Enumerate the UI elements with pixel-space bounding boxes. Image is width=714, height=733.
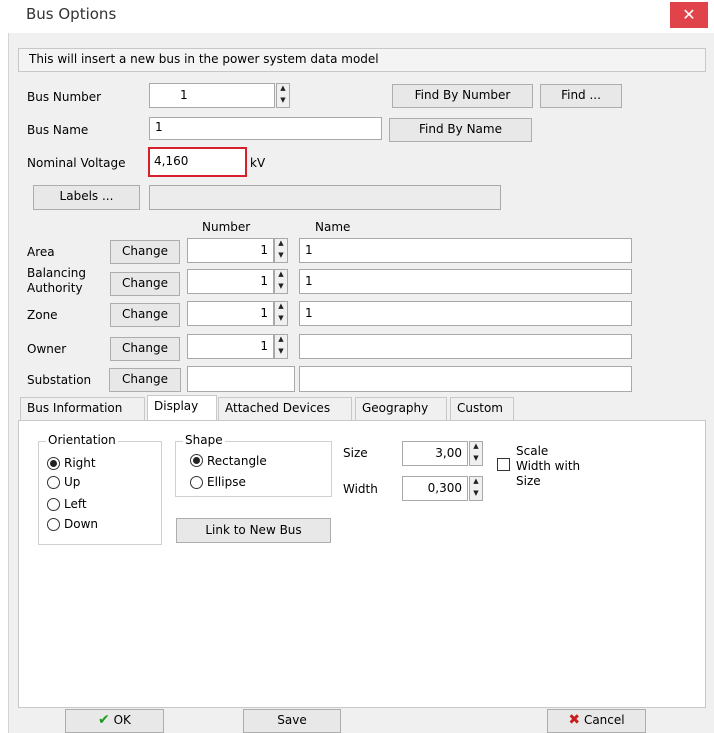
owner-change-button[interactable]: Change bbox=[110, 337, 180, 361]
check-icon: ✔ bbox=[98, 712, 110, 728]
number-column-header: Number bbox=[202, 220, 251, 234]
zone-number-input[interactable]: 1 bbox=[187, 301, 274, 326]
labels-button[interactable]: Labels ... bbox=[33, 185, 140, 210]
spin-down-icon[interactable]: ▼ bbox=[277, 96, 289, 108]
balancing-authority-change-button[interactable]: Change bbox=[110, 272, 180, 296]
substation-name-input[interactable] bbox=[299, 366, 632, 392]
substation-label: Substation bbox=[27, 373, 92, 387]
orientation-group-title: Orientation bbox=[46, 433, 118, 447]
shape-rectangle-label: Rectangle bbox=[207, 454, 267, 468]
spin-up-icon[interactable]: ▲ bbox=[470, 442, 482, 454]
balancing-authority-number-spinner[interactable]: ▲ ▼ bbox=[274, 269, 288, 294]
find-by-name-button[interactable]: Find By Name bbox=[389, 118, 532, 142]
orientation-up-radio[interactable] bbox=[47, 476, 60, 489]
area-name-input[interactable]: 1 bbox=[299, 238, 632, 263]
tab-geography[interactable]: Geography bbox=[355, 397, 447, 421]
spin-up-icon[interactable]: ▲ bbox=[275, 239, 287, 251]
shape-ellipse-radio[interactable] bbox=[190, 476, 203, 489]
area-change-button[interactable]: Change bbox=[110, 240, 180, 264]
ok-label: OK bbox=[113, 713, 131, 727]
spin-down-icon[interactable]: ▼ bbox=[275, 347, 287, 359]
size-label: Size bbox=[343, 446, 368, 460]
width-input[interactable]: 0,300 bbox=[402, 476, 468, 501]
scale-width-checkbox[interactable] bbox=[497, 458, 510, 471]
nominal-voltage-input[interactable]: 4,160 bbox=[148, 147, 247, 177]
name-column-header: Name bbox=[315, 220, 351, 234]
cancel-x-icon: ✖ bbox=[568, 712, 581, 728]
orientation-down-label: Down bbox=[64, 517, 99, 531]
substation-change-button[interactable]: Change bbox=[109, 368, 181, 392]
bus-name-label: Bus Name bbox=[27, 123, 89, 137]
cancel-button[interactable]: ✖ Cancel bbox=[547, 709, 646, 733]
find-button[interactable]: Find ... bbox=[540, 84, 622, 108]
spin-up-icon[interactable]: ▲ bbox=[275, 335, 287, 347]
owner-number-input[interactable]: 1 bbox=[187, 334, 274, 359]
window-title: Bus Options bbox=[26, 5, 117, 23]
orientation-left-radio[interactable] bbox=[47, 498, 60, 511]
bus-number-input[interactable]: 1 bbox=[149, 83, 275, 108]
save-button[interactable]: Save bbox=[243, 709, 341, 733]
spin-up-icon[interactable]: ▲ bbox=[470, 477, 482, 489]
spin-down-icon[interactable]: ▼ bbox=[470, 454, 482, 466]
area-number-input[interactable]: 1 bbox=[187, 238, 274, 263]
spin-down-icon[interactable]: ▼ bbox=[470, 489, 482, 501]
labels-field[interactable] bbox=[149, 185, 501, 210]
balancing-authority-name-input[interactable]: 1 bbox=[299, 269, 632, 294]
size-input[interactable]: 3,00 bbox=[402, 441, 468, 466]
shape-group-title: Shape bbox=[183, 433, 225, 447]
kv-unit-label: kV bbox=[250, 156, 266, 170]
scale-width-label: Scale Width with Size bbox=[516, 444, 581, 488]
shape-rectangle-radio[interactable] bbox=[190, 454, 203, 467]
orientation-down-radio[interactable] bbox=[47, 518, 60, 531]
orientation-right-radio[interactable] bbox=[47, 457, 60, 470]
cancel-label: Cancel bbox=[583, 713, 625, 727]
close-icon[interactable]: ✕ bbox=[670, 2, 708, 28]
owner-label: Owner bbox=[27, 342, 67, 356]
zone-change-button[interactable]: Change bbox=[110, 303, 180, 327]
link-to-new-bus-button[interactable]: Link to New Bus bbox=[176, 518, 331, 543]
size-spinner[interactable]: ▲ ▼ bbox=[469, 441, 483, 466]
balancing-authority-number-input[interactable]: 1 bbox=[187, 269, 274, 294]
spin-down-icon[interactable]: ▼ bbox=[275, 314, 287, 326]
spin-down-icon[interactable]: ▼ bbox=[275, 282, 287, 294]
tab-attached-devices[interactable]: Attached Devices bbox=[218, 397, 352, 421]
width-spinner[interactable]: ▲ ▼ bbox=[469, 476, 483, 501]
balancing-authority-label: Balancing Authority bbox=[27, 266, 87, 295]
zone-name-input[interactable]: 1 bbox=[299, 301, 632, 326]
orientation-left-label: Left bbox=[64, 497, 87, 511]
orientation-right-label: Right bbox=[64, 456, 96, 470]
bus-number-spinner[interactable]: ▲ ▼ bbox=[276, 83, 290, 108]
spin-down-icon[interactable]: ▼ bbox=[275, 251, 287, 263]
owner-number-spinner[interactable]: ▲ ▼ bbox=[274, 334, 288, 359]
find-by-number-button[interactable]: Find By Number bbox=[392, 84, 533, 108]
orientation-up-label: Up bbox=[64, 475, 81, 489]
width-label: Width bbox=[343, 482, 378, 496]
tab-bus-information[interactable]: Bus Information bbox=[20, 397, 145, 421]
nominal-voltage-label: Nominal Voltage bbox=[27, 156, 126, 170]
area-number-spinner[interactable]: ▲ ▼ bbox=[274, 238, 288, 263]
bus-number-label: Bus Number bbox=[27, 90, 102, 104]
shape-ellipse-label: Ellipse bbox=[207, 475, 246, 489]
area-label: Area bbox=[27, 245, 55, 259]
info-text: This will insert a new bus in the power … bbox=[18, 48, 706, 72]
zone-label: Zone bbox=[27, 308, 58, 322]
substation-number-input[interactable] bbox=[187, 366, 295, 392]
spin-up-icon[interactable]: ▲ bbox=[277, 84, 289, 96]
bus-name-input[interactable]: 1 bbox=[149, 117, 382, 140]
zone-number-spinner[interactable]: ▲ ▼ bbox=[274, 301, 288, 326]
tab-custom[interactable]: Custom bbox=[450, 397, 514, 421]
spin-up-icon[interactable]: ▲ bbox=[275, 270, 287, 282]
tab-display[interactable]: Display bbox=[147, 395, 217, 421]
ok-button[interactable]: ✔ OK bbox=[65, 709, 164, 733]
spin-up-icon[interactable]: ▲ bbox=[275, 302, 287, 314]
owner-name-input[interactable] bbox=[299, 334, 632, 359]
